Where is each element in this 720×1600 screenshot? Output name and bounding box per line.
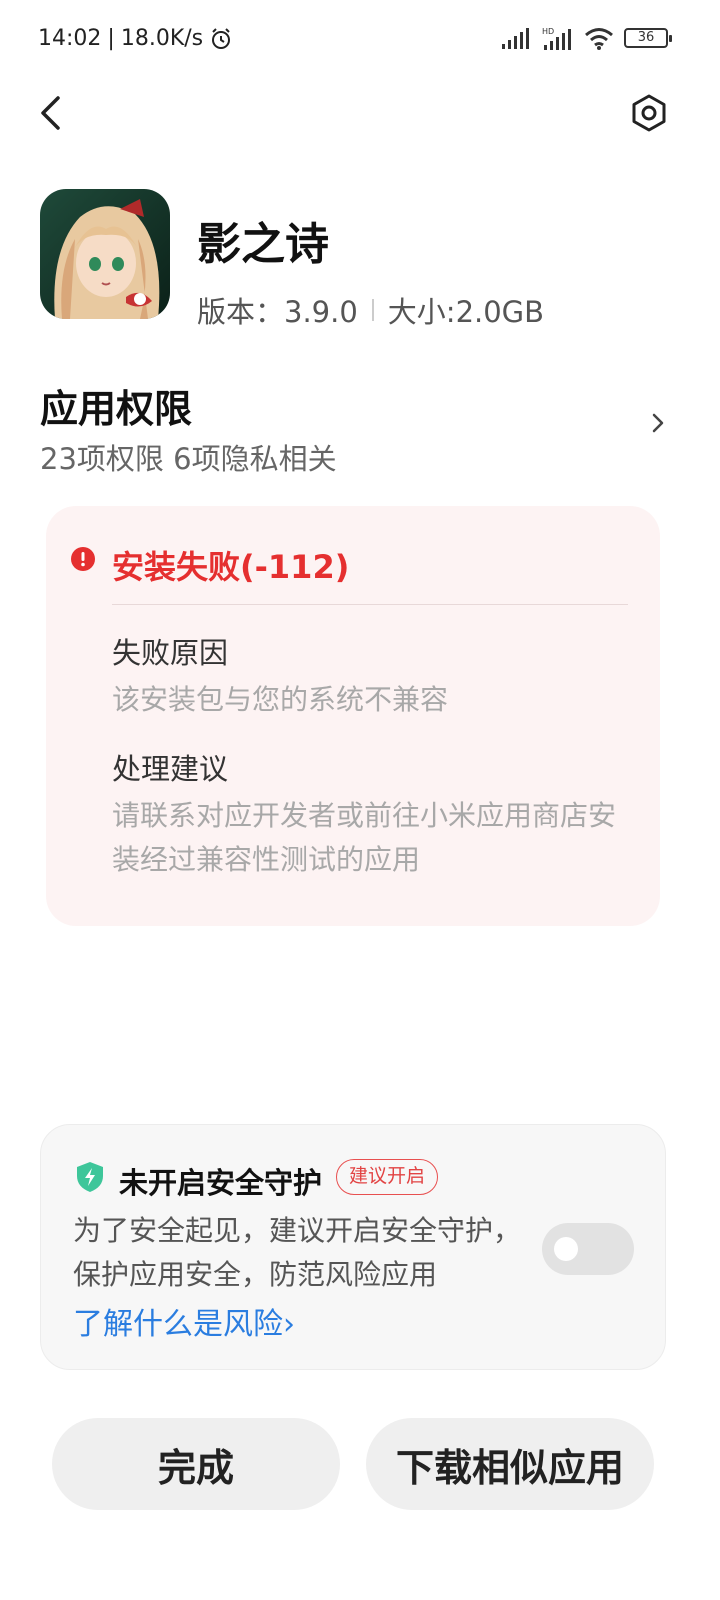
app-name: 影之诗 [197,219,329,270]
permissions-summary[interactable]: 23项权限 6项隐私相关 [40,436,337,478]
install-error-card: 安装失败(-112) 失败原因 该安装包与您的系统不兼容 处理建议 请联系对应开… [46,506,660,926]
chevron-right-icon [652,413,664,433]
failure-reason-label: 失败原因 [112,636,229,670]
advice-text: 请联系对应开发者或前往小米应用商店安装经过兼容性测试的应用 [112,799,617,876]
battery-icon: 36 [624,28,672,48]
chevron-left-icon [41,96,60,130]
wifi-icon [585,28,613,50]
status-bar: 14:02 | 18.0K/s HD 36 [0,0,720,84]
network-speed: 18.0K/s [120,26,204,51]
app-icon-artwork [40,189,170,319]
download-similar-button[interactable]: 下载相似应用 [366,1418,654,1510]
hexagon-settings-icon [632,94,666,132]
security-guard-card: 未开启安全守护 建议开启 为了安全起见，建议开启安全守护，保护应用安全，防范风险… [40,1124,666,1370]
hd-signal-icon: HD [542,27,571,50]
status-time: 14:02 [38,26,102,51]
learn-risk-link[interactable]: 了解什么是风险› [73,1299,295,1343]
app-version: 版本：3.9.0 [197,295,358,329]
app-size: 大小:2.0GB [387,295,545,329]
permissions-title[interactable]: 应用权限 [40,378,192,433]
error-icon [71,547,95,571]
meta-divider [371,299,374,321]
failure-reason-text: 该安装包与您的系统不兼容 [112,683,449,716]
shield-icon [77,1162,103,1192]
toggle-knob [554,1237,578,1261]
done-button[interactable]: 完成 [52,1418,340,1510]
status-right: HD 36 [502,26,672,50]
permissions-chevron[interactable] [648,408,670,438]
back-button[interactable] [28,88,72,138]
security-guard-title: 未开启安全守护 [119,1166,323,1200]
error-title: 安装失败(-112) [112,548,350,586]
app-meta: 版本：3.9.0 大小:2.0GB [197,289,544,331]
settings-button[interactable] [626,90,672,136]
status-left: 14:02 | 18.0K/s [38,26,233,51]
signal-icon [502,28,529,49]
divider [112,604,628,605]
alarm-icon [212,27,231,49]
security-guard-description: 为了安全起见，建议开启安全守护，保护应用安全，防范风险应用 [73,1214,522,1291]
security-guard-toggle[interactable] [542,1223,634,1275]
advice-label: 处理建议 [112,752,229,786]
recommend-badge: 建议开启 [336,1159,439,1195]
app-icon [40,189,170,319]
status-separator: | [107,26,115,51]
svg-text:HD: HD [542,27,554,36]
